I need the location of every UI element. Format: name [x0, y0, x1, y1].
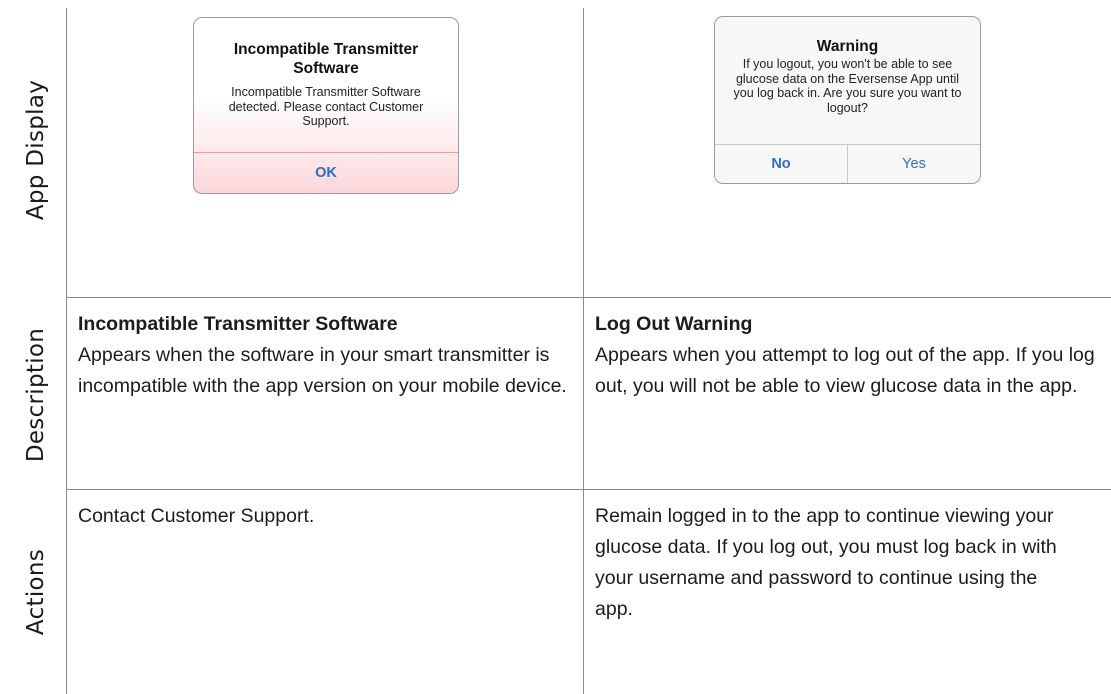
logout-warning-dialog: Warning If you logout, you won't be able… [714, 16, 981, 184]
row-label-app-display: App Display [23, 79, 49, 221]
column-divider [583, 8, 584, 694]
table-border-left [66, 8, 67, 694]
description-title: Log Out Warning [595, 313, 753, 335]
no-button[interactable]: No [715, 145, 847, 183]
row-divider-2 [66, 489, 1111, 490]
actions-cell-left: Contact Customer Support. [78, 501, 568, 532]
description-cell-right: Log Out Warning Appears when you attempt… [595, 309, 1095, 402]
row-label-description: Description [23, 327, 49, 463]
yes-button[interactable]: Yes [848, 145, 980, 183]
row-label-actions: Actions [23, 548, 49, 636]
incompatible-software-dialog: Incompatible Transmitter Software Incomp… [193, 17, 459, 194]
dialog-title: Incompatible Transmitter Software [233, 41, 419, 77]
actions-text: Contact Customer Support. [78, 505, 315, 527]
row-divider-1 [66, 297, 1111, 298]
ok-button[interactable]: OK [194, 153, 458, 193]
dialog-message: If you logout, you won't be able to see … [733, 57, 962, 115]
actions-cell-right: Remain logged in to the app to continue … [595, 501, 1075, 625]
description-cell-left: Incompatible Transmitter Software Appear… [78, 309, 568, 402]
description-text: Appears when you attempt to log out of t… [595, 344, 1095, 397]
dialog-title: Warning [816, 38, 879, 55]
actions-text: Remain logged in to the app to continue … [595, 505, 1057, 620]
description-text: Appears when the software in your smart … [78, 344, 567, 397]
description-title: Incompatible Transmitter Software [78, 313, 398, 335]
dialog-message: Incompatible Transmitter Software detect… [228, 85, 424, 128]
